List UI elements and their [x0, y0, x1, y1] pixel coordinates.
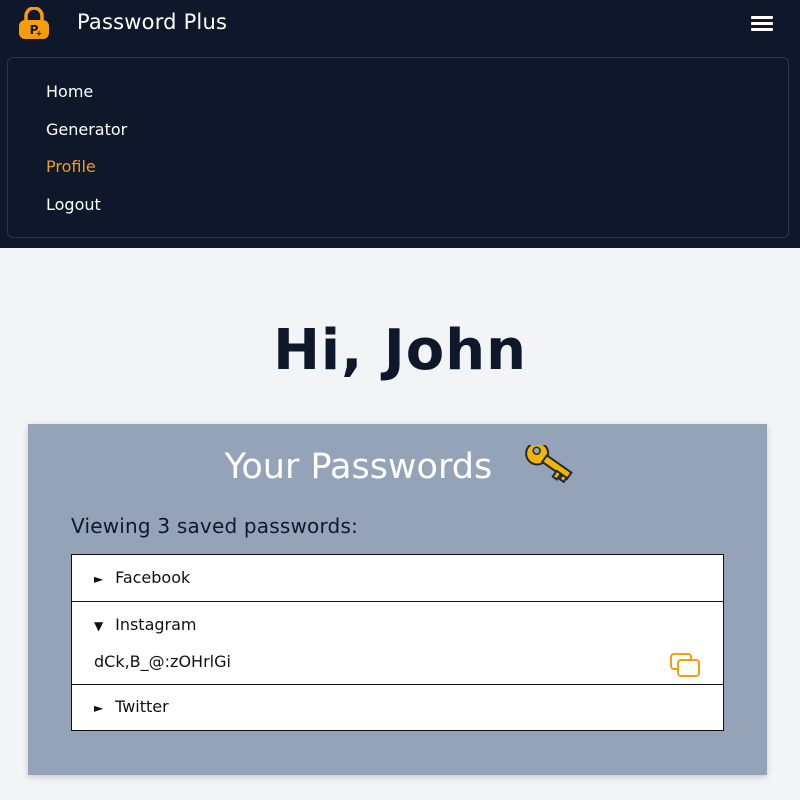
key-icon [525, 445, 574, 484]
padlock-icon[interactable]: P + [17, 7, 51, 39]
card-title-text: Your Passwords [224, 447, 493, 487]
collapse-triangle-icon: ▼ [94, 619, 104, 633]
list-item-instagram[interactable]: ▼ Instagram dCk,B_@:zOHrlGi [72, 602, 723, 685]
entry-summary[interactable]: ► Twitter [94, 697, 169, 716]
entry-summary[interactable]: ► Facebook [94, 568, 190, 587]
greeting-heading: Hi, John [273, 318, 527, 383]
nav-item-home[interactable]: Home [46, 82, 93, 101]
list-item-twitter[interactable]: ► Twitter [72, 685, 723, 731]
nav-item-generator[interactable]: Generator [46, 120, 127, 139]
password-list: ► Facebook ▼ Instagram dCk,B_@:zOHrlGi ►… [71, 554, 724, 731]
app-brand[interactable]: Password Plus [77, 10, 227, 34]
nav-item-profile[interactable]: Profile [46, 157, 96, 176]
nav-menu: Home Generator Profile Logout [7, 57, 789, 238]
password-value[interactable]: dCk,B_@:zOHrlGi [94, 652, 231, 671]
nav-item-logout[interactable]: Logout [46, 195, 101, 214]
app-header: P + Password Plus Home Generator Profile… [0, 0, 800, 248]
entry-name: Instagram [115, 615, 197, 634]
svg-text:+: + [36, 29, 43, 38]
top-bar: P + Password Plus [0, 0, 800, 46]
expand-triangle-icon: ► [94, 701, 104, 715]
card-title: Your Passwords [0, 445, 800, 489]
entry-name: Facebook [115, 568, 191, 587]
copy-icon[interactable] [669, 652, 701, 678]
entry-name: Twitter [115, 697, 169, 716]
expand-triangle-icon: ► [94, 572, 104, 586]
entry-summary[interactable]: ▼ Instagram [94, 615, 197, 634]
list-item-facebook[interactable]: ► Facebook [72, 555, 723, 602]
saved-count-text: Viewing 3 saved passwords: [71, 514, 359, 538]
hamburger-icon[interactable] [749, 13, 775, 33]
